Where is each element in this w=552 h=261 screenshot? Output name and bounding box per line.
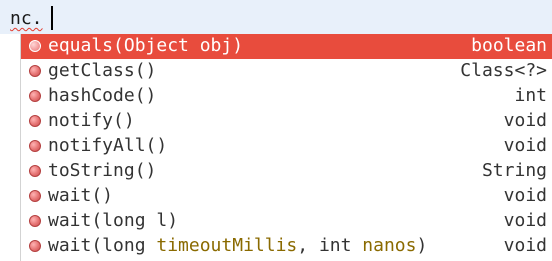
completion-return-type: void (503, 110, 547, 131)
completion-item[interactable]: getClass() Class<?> (21, 59, 552, 84)
method-icon (29, 140, 41, 152)
completion-return-type: String (481, 160, 547, 181)
parameter-name-hint: nanos (362, 235, 417, 256)
completion-name-part: ) (416, 235, 428, 256)
completion-return-type: void (503, 210, 547, 231)
completion-item[interactable]: notifyAll() void (21, 134, 552, 159)
completion-item[interactable]: notify() void (21, 109, 552, 134)
editor-current-line[interactable]: nc. (0, 0, 552, 34)
completion-name: hashCode() (48, 85, 157, 106)
code-completion-popup[interactable]: equals(Object obj) boolean getClass() Cl… (20, 34, 552, 261)
method-icon (29, 115, 41, 127)
method-icon (29, 40, 41, 52)
completion-return-type: Class<?> (460, 60, 547, 81)
completion-return-type: void (503, 185, 547, 206)
completion-name-part: , int (297, 235, 363, 256)
completion-item[interactable]: hashCode() int (21, 84, 552, 109)
completion-return-type: void (503, 135, 547, 156)
method-icon (29, 240, 41, 252)
method-icon (29, 165, 41, 177)
completion-name: wait() (48, 185, 114, 206)
completion-item[interactable]: toString() String (21, 159, 552, 184)
method-icon (29, 65, 41, 77)
completion-name: equals(Object obj) (48, 35, 244, 56)
completion-name-part: wait(long (48, 235, 157, 256)
completion-item[interactable]: equals(Object obj) boolean (21, 34, 552, 59)
completion-name: notifyAll() (48, 135, 168, 156)
completion-name: wait(long timeoutMillis, int nanos) (48, 235, 427, 256)
completion-name: wait(long l) (48, 210, 179, 231)
completion-name: getClass() (48, 60, 157, 81)
text-caret (51, 6, 53, 30)
completion-return-type: int (514, 85, 547, 106)
method-icon (29, 215, 41, 227)
completion-name: notify() (48, 110, 135, 131)
completion-item[interactable]: wait(long timeoutMillis, int nanos) void (21, 234, 552, 259)
completion-name: toString() (48, 160, 157, 181)
method-icon (29, 190, 41, 202)
completion-item[interactable]: wait() void (21, 184, 552, 209)
completion-item[interactable]: wait(long l) void (21, 209, 552, 234)
parameter-name-hint: timeoutMillis (156, 235, 298, 256)
completion-return-type: boolean (471, 35, 547, 56)
editor-code-text[interactable]: nc. (10, 8, 43, 30)
completion-return-type: void (503, 235, 547, 256)
method-icon (29, 90, 41, 102)
